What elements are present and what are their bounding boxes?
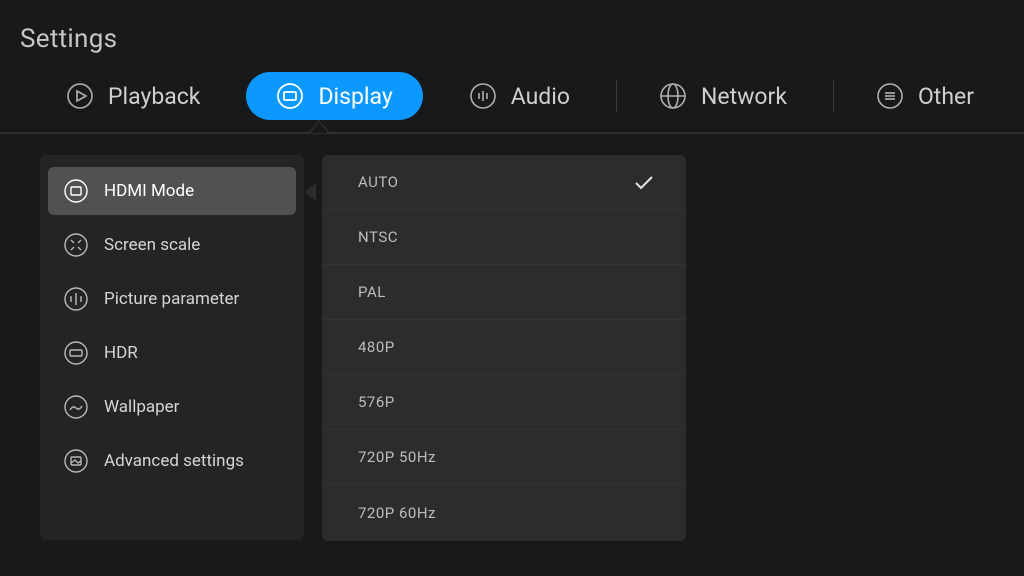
option-576p[interactable]: 576P [322,375,686,430]
wallpaper-icon [62,393,90,421]
tab-separator [833,80,834,112]
page-title: Settings [20,24,117,54]
image-icon [62,447,90,475]
active-tab-pointer-fill [310,122,328,133]
monitor-icon [276,82,304,110]
play-circle-icon [66,82,94,110]
check-placeholder [632,225,656,249]
submenu-advanced-settings[interactable]: Advanced settings [48,437,296,485]
option-label: PAL [358,283,386,301]
option-label: 720P 60Hz [358,504,436,522]
check-placeholder [632,501,656,525]
submenu-label: Wallpaper [104,397,179,417]
submenu-label: HDR [104,343,138,363]
check-placeholder [632,445,656,469]
check-icon [632,170,656,194]
option-label: AUTO [358,173,398,191]
tab-label: Display [318,83,392,110]
tab-bar: Playback Display Audio [0,60,1024,132]
check-placeholder [632,335,656,359]
tab-label: Network [701,83,787,110]
submenu-picture-parameter[interactable]: Picture parameter [48,275,296,323]
submenu-wallpaper[interactable]: Wallpaper [48,383,296,431]
tab-network[interactable]: Network [629,72,817,120]
display-submenu-panel: HDMI Mode Screen scale Picture parameter [40,155,304,540]
check-placeholder [632,280,656,304]
tab-separator [616,80,617,112]
tab-label: Playback [108,83,200,110]
submenu-label: Screen scale [104,235,200,255]
tab-other[interactable]: Other [846,72,1004,120]
option-720p-50hz[interactable]: 720P 50Hz [322,430,686,485]
panel-connector-arrow [304,183,316,201]
submenu-label: Advanced settings [104,451,244,471]
option-label: 576P [358,393,395,411]
option-label: 480P [358,338,395,356]
option-label: NTSC [358,228,398,246]
equalizer-icon [469,82,497,110]
option-480p[interactable]: 480P [322,320,686,375]
submenu-screen-scale[interactable]: Screen scale [48,221,296,269]
submenu-hdr[interactable]: HDR [48,329,296,377]
sliders-icon [62,285,90,313]
hdr-icon [62,339,90,367]
option-label: 720P 50Hz [358,448,436,466]
tab-label: Other [918,83,974,110]
submenu-hdmi-mode[interactable]: HDMI Mode [48,167,296,215]
option-pal[interactable]: PAL [322,265,686,320]
tab-audio[interactable]: Audio [439,72,600,120]
tab-label: Audio [511,83,570,110]
option-720p-60hz[interactable]: 720P 60Hz [322,485,686,540]
submenu-label: HDMI Mode [104,181,194,201]
expand-icon [62,231,90,259]
globe-icon [659,82,687,110]
tab-divider [0,132,1024,134]
check-placeholder [632,390,656,414]
submenu-label: Picture parameter [104,289,239,309]
menu-circle-icon [876,82,904,110]
option-auto[interactable]: AUTO [322,155,686,210]
tab-playback[interactable]: Playback [36,72,230,120]
tab-display[interactable]: Display [246,72,422,120]
hdmi-icon [62,177,90,205]
option-ntsc[interactable]: NTSC [322,210,686,265]
hdmi-mode-options-panel: AUTO NTSC PAL 480P 576P 720P 50Hz 720P 6… [322,155,686,541]
